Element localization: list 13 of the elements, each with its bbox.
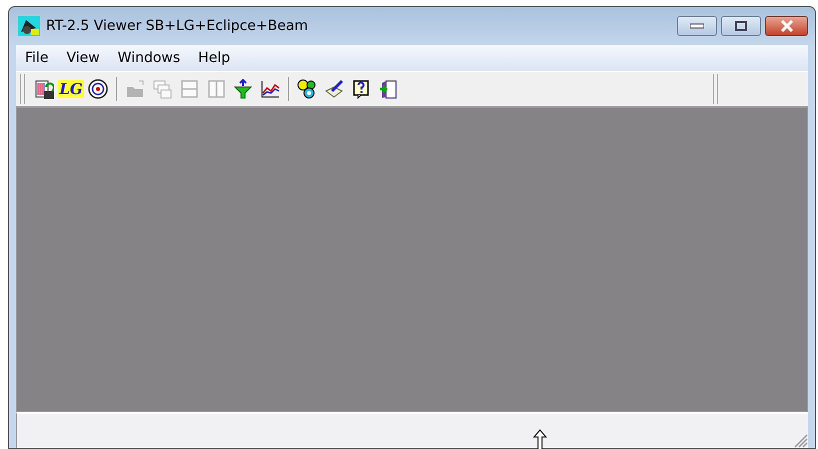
resize-grip-icon xyxy=(794,434,808,448)
menu-item[interactable]: File xyxy=(16,48,58,68)
window-title: RT-2.5 Viewer SB+LG+Eclipce+Beam xyxy=(46,16,310,36)
close-button[interactable] xyxy=(765,16,808,36)
maximize-icon xyxy=(735,21,747,31)
close-icon xyxy=(780,20,794,32)
menu-item[interactable]: Help xyxy=(189,48,240,68)
minimize-icon xyxy=(690,23,704,29)
app-icon xyxy=(18,16,40,36)
menu-item[interactable]: Windows xyxy=(108,48,190,68)
menu-item[interactable]: View xyxy=(57,48,109,68)
minimize-button[interactable] xyxy=(677,16,717,36)
maximize-button[interactable] xyxy=(721,16,761,36)
